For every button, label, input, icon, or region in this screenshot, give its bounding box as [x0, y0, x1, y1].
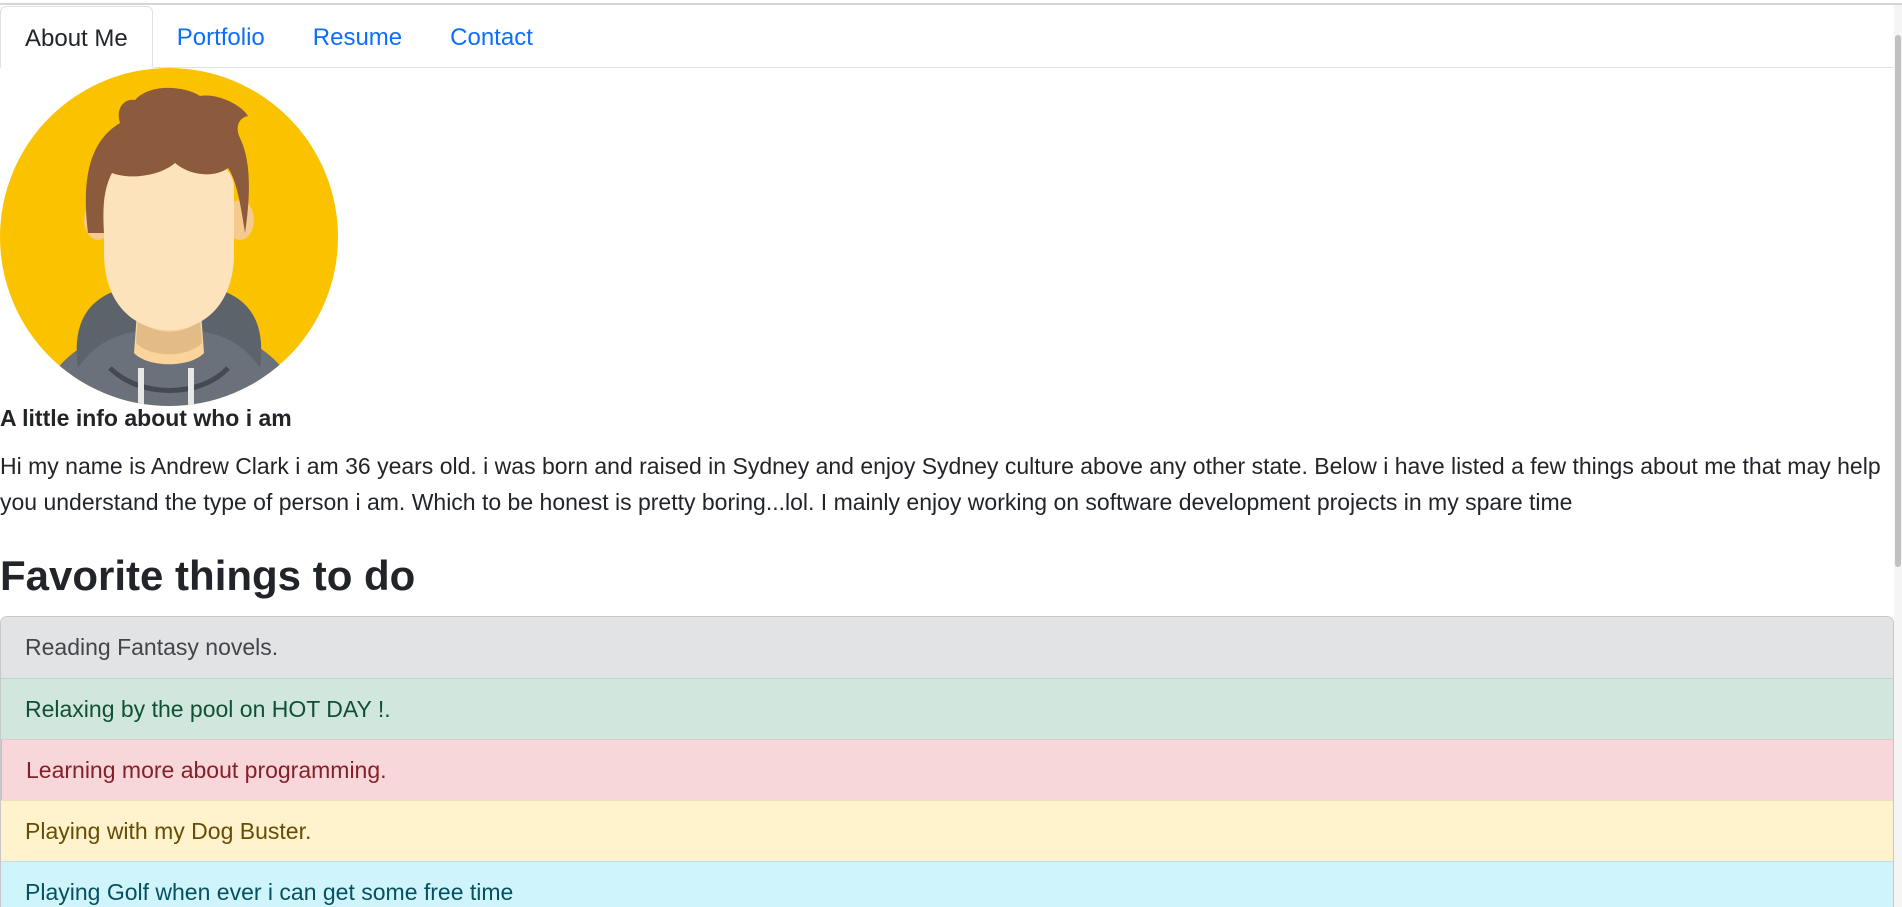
list-item: Playing Golf when ever i can get some fr… [1, 861, 1893, 907]
person-avatar-icon [0, 68, 338, 406]
tab-portfolio[interactable]: Portfolio [153, 6, 289, 67]
vertical-scrollbar[interactable] [1894, 5, 1902, 907]
list-item: Relaxing by the pool on HOT DAY !. [1, 678, 1893, 739]
list-item: Learning more about programming. [1, 739, 1893, 800]
window-top-border [0, 3, 1902, 5]
scrollbar-thumb[interactable] [1895, 35, 1901, 567]
tab-about-me[interactable]: About Me [0, 6, 153, 68]
tab-contact[interactable]: Contact [426, 6, 557, 67]
page: About Me Portfolio Resume Contact A litt… [0, 0, 1902, 907]
tab-resume[interactable]: Resume [289, 6, 426, 67]
nav-tabs: About Me Portfolio Resume Contact [0, 6, 1894, 68]
info-heading: A little info about who i am [0, 405, 292, 431]
bio-paragraph: Hi my name is Andrew Clark i am 36 years… [0, 453, 1881, 515]
list-item: Playing with my Dog Buster. [1, 800, 1893, 861]
list-item: Reading Fantasy novels. [1, 617, 1893, 678]
favorites-heading: Favorite things to do [0, 552, 416, 599]
favorites-list: Reading Fantasy novels. Relaxing by the … [0, 616, 1894, 907]
